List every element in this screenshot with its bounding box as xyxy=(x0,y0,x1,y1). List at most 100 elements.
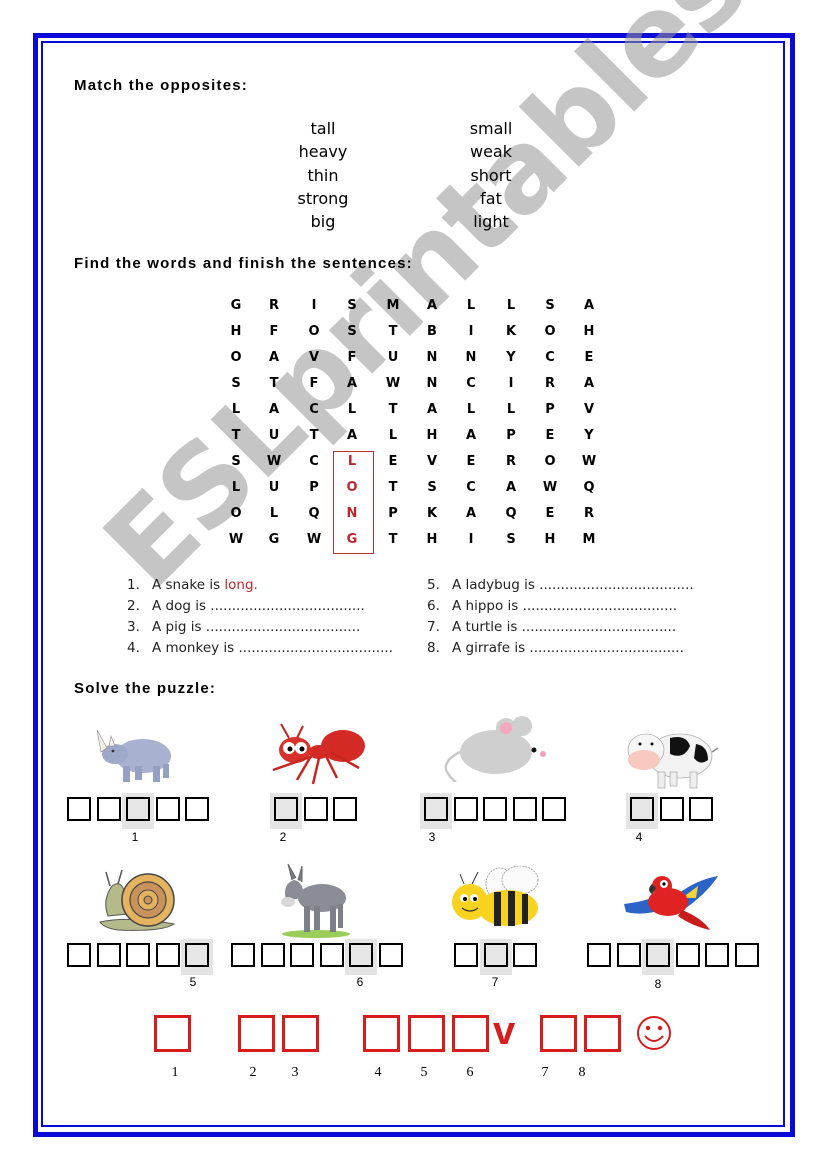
grid-letter[interactable]: T xyxy=(302,428,326,443)
letter-box-highlighted[interactable] xyxy=(630,797,654,821)
letter-box[interactable] xyxy=(512,797,537,821)
final-letter-box[interactable] xyxy=(282,1015,319,1052)
grid-letter[interactable]: R xyxy=(262,298,286,313)
grid-letter[interactable]: L xyxy=(381,428,405,443)
letter-box[interactable] xyxy=(67,797,91,821)
opposite-left-word[interactable]: thin xyxy=(263,166,383,185)
grid-letter[interactable]: I xyxy=(499,376,523,391)
grid-letter[interactable]: L xyxy=(459,402,483,417)
grid-letter[interactable]: L xyxy=(499,298,523,313)
grid-letter[interactable]: Y xyxy=(577,428,601,443)
letter-box[interactable] xyxy=(542,797,566,821)
grid-letter[interactable]: W xyxy=(262,454,286,469)
grid-letter[interactable]: M xyxy=(381,298,405,313)
grid-letter[interactable]: N xyxy=(420,350,444,365)
final-letter-box[interactable] xyxy=(452,1015,489,1052)
letter-box-highlighted[interactable] xyxy=(424,797,448,821)
grid-letter[interactable]: Q xyxy=(577,480,601,495)
letter-box[interactable] xyxy=(659,797,684,821)
sentence-text[interactable]: A snake is long. xyxy=(152,577,258,593)
opposite-right-word[interactable]: fat xyxy=(431,189,551,208)
letter-box-highlighted[interactable] xyxy=(483,943,508,967)
letter-box[interactable] xyxy=(96,797,121,821)
grid-letter[interactable]: F xyxy=(340,350,364,365)
grid-letter[interactable]: A xyxy=(577,376,601,391)
grid-letter[interactable]: G xyxy=(224,298,248,313)
grid-letter[interactable]: Y xyxy=(499,350,523,365)
grid-letter[interactable]: T xyxy=(262,376,286,391)
letter-box[interactable] xyxy=(616,943,641,967)
letter-box[interactable] xyxy=(67,943,91,967)
grid-letter[interactable]: S xyxy=(340,298,364,313)
grid-letter[interactable]: Q xyxy=(499,506,523,521)
final-letter-box[interactable] xyxy=(540,1015,577,1052)
grid-letter[interactable]: W xyxy=(302,532,326,547)
grid-letter[interactable]: K xyxy=(420,506,444,521)
letter-box[interactable] xyxy=(587,943,611,967)
grid-letter[interactable]: A xyxy=(459,506,483,521)
grid-letter[interactable]: O xyxy=(538,324,562,339)
grid-letter[interactable]: V xyxy=(302,350,326,365)
grid-letter[interactable]: R xyxy=(538,376,562,391)
grid-letter[interactable]: E xyxy=(538,506,562,521)
letter-box-highlighted[interactable] xyxy=(349,943,373,967)
opposite-right-word[interactable]: weak xyxy=(431,142,551,161)
letter-box[interactable] xyxy=(260,943,285,967)
grid-letter[interactable]: S xyxy=(499,532,523,547)
letter-box-highlighted[interactable] xyxy=(185,943,209,967)
grid-letter[interactable]: T xyxy=(381,402,405,417)
letter-box-highlighted[interactable] xyxy=(274,797,298,821)
grid-letter[interactable]: A xyxy=(262,402,286,417)
final-letter-box[interactable] xyxy=(154,1015,191,1052)
grid-letter[interactable]: A xyxy=(340,376,364,391)
letter-box[interactable] xyxy=(319,943,344,967)
grid-letter[interactable]: L xyxy=(340,402,364,417)
grid-letter[interactable]: M xyxy=(577,532,601,547)
grid-letter[interactable]: O xyxy=(302,324,326,339)
final-letter-box[interactable] xyxy=(584,1015,621,1052)
letter-box[interactable] xyxy=(155,943,180,967)
grid-letter[interactable]: H xyxy=(420,428,444,443)
grid-letter[interactable]: U xyxy=(262,480,286,495)
sentence-text[interactable]: A monkey is ............................… xyxy=(152,640,393,656)
grid-letter[interactable]: W xyxy=(577,454,601,469)
grid-letter[interactable]: S xyxy=(420,480,444,495)
grid-letter[interactable]: N xyxy=(420,376,444,391)
grid-letter[interactable]: C xyxy=(302,402,326,417)
final-letter-box[interactable] xyxy=(408,1015,445,1052)
opposite-left-word[interactable]: strong xyxy=(263,189,383,208)
grid-letter[interactable]: E xyxy=(577,350,601,365)
letter-box[interactable] xyxy=(155,797,180,821)
grid-letter[interactable]: R xyxy=(577,506,601,521)
grid-letter[interactable]: B xyxy=(420,324,444,339)
letter-box[interactable] xyxy=(231,943,255,967)
letter-box[interactable] xyxy=(734,943,759,967)
letter-box[interactable] xyxy=(705,943,729,967)
letter-box[interactable] xyxy=(303,797,328,821)
grid-letter[interactable]: W xyxy=(224,532,248,547)
letter-box[interactable] xyxy=(378,943,403,967)
grid-letter[interactable]: H xyxy=(577,324,601,339)
sentence-text[interactable]: A girrafe is ...........................… xyxy=(452,640,684,656)
grid-letter[interactable]: O xyxy=(538,454,562,469)
grid-letter[interactable]: A xyxy=(499,480,523,495)
sentence-text[interactable]: A hippo is .............................… xyxy=(452,598,677,614)
grid-letter[interactable]: A xyxy=(420,402,444,417)
grid-letter[interactable]: I xyxy=(459,324,483,339)
grid-letter[interactable]: L xyxy=(499,402,523,417)
grid-letter[interactable]: V xyxy=(577,402,601,417)
grid-letter[interactable]: A xyxy=(459,428,483,443)
grid-letter[interactable]: S xyxy=(538,298,562,313)
letter-box[interactable] xyxy=(513,943,537,967)
grid-letter[interactable]: L xyxy=(262,506,286,521)
grid-letter[interactable]: H xyxy=(224,324,248,339)
letter-box[interactable] xyxy=(333,797,357,821)
grid-letter[interactable]: C xyxy=(459,480,483,495)
grid-letter[interactable]: F xyxy=(302,376,326,391)
grid-letter[interactable]: W xyxy=(538,480,562,495)
letter-box[interactable] xyxy=(290,943,314,967)
opposite-right-word[interactable]: short xyxy=(431,166,551,185)
grid-letter[interactable]: A xyxy=(420,298,444,313)
grid-letter[interactable]: P xyxy=(381,506,405,521)
grid-letter[interactable]: C xyxy=(538,350,562,365)
